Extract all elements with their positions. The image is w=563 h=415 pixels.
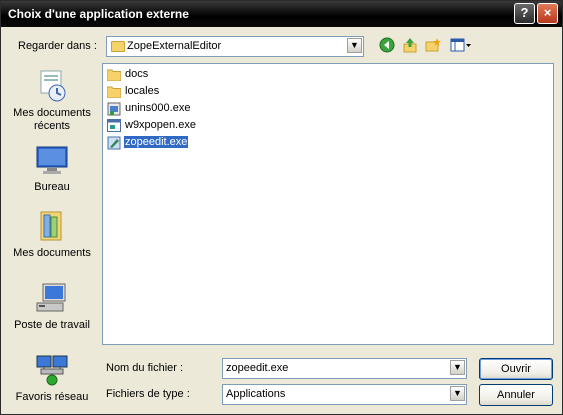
cancel-button[interactable]: Annuler — [479, 384, 553, 406]
place-label: Poste de travail — [14, 319, 90, 331]
folder-icon — [111, 41, 125, 52]
title-bar[interactable]: Choix d'une application externe ? × — [1, 1, 562, 27]
file-name: locales — [125, 85, 160, 97]
zopeedit-exe-icon — [107, 136, 121, 150]
file-name: unins000.exe — [125, 102, 191, 114]
place-desktop[interactable]: Bureau — [8, 143, 96, 194]
my-computer-icon — [35, 281, 69, 315]
chevron-down-icon[interactable]: ▼ — [450, 386, 465, 401]
view-menu-icon[interactable] — [449, 37, 473, 55]
place-label: Favoris réseau — [15, 391, 89, 403]
filetype-label: Fichiers de type : — [106, 388, 190, 400]
back-arrow-icon[interactable] — [378, 37, 396, 55]
filename-input[interactable]: zopeedit.exe ▼ — [222, 358, 467, 379]
chevron-down-icon[interactable]: ▼ — [347, 38, 362, 53]
place-label: Mes documents — [13, 247, 91, 259]
close-button[interactable]: × — [537, 3, 558, 24]
filetype-value: Applications — [226, 388, 286, 400]
look-in-label: Regarder dans : — [18, 40, 97, 52]
up-folder-icon[interactable] — [401, 37, 419, 55]
file-name: w9xpopen.exe — [125, 119, 196, 131]
my-documents-icon — [35, 209, 69, 243]
help-button[interactable]: ? — [514, 3, 535, 24]
installer-exe-icon — [107, 102, 121, 116]
folder-icon — [106, 85, 122, 99]
open-button[interactable]: Ouvrir — [479, 358, 553, 380]
filename-label: Nom du fichier : — [106, 362, 184, 374]
place-my-computer[interactable]: Poste de travail — [8, 281, 96, 332]
exe-window-icon — [107, 119, 121, 132]
file-dialog-window: Choix d'une application externe ? × Rega… — [0, 0, 563, 415]
new-folder-icon[interactable] — [424, 37, 442, 55]
window-title: Choix d'une application externe — [8, 7, 189, 21]
network-places-icon — [35, 353, 69, 387]
place-label: Mes documents récents — [13, 107, 91, 132]
places-bar: Mes documents récents Bureau Mes documen… — [8, 63, 96, 407]
recent-documents-icon — [35, 69, 69, 103]
file-list[interactable]: docs locales unins000.exe w9xpopen.exe z… — [102, 63, 554, 345]
filetype-dropdown[interactable]: Applications ▼ — [222, 384, 467, 405]
look-in-dropdown[interactable]: ZopeExternalEditor ▼ — [106, 36, 364, 57]
file-name: zopeedit.exe — [122, 135, 190, 149]
place-network[interactable]: Favoris réseau — [8, 353, 96, 404]
file-name: docs — [125, 68, 149, 80]
filename-value: zopeedit.exe — [226, 362, 289, 374]
place-label: Bureau — [34, 181, 70, 193]
place-recent-documents[interactable]: Mes documents récents — [8, 69, 96, 133]
desktop-icon — [35, 143, 69, 177]
chevron-down-icon[interactable]: ▼ — [450, 360, 465, 375]
look-in-value: ZopeExternalEditor — [127, 40, 222, 52]
folder-icon — [106, 68, 122, 82]
place-my-documents[interactable]: Mes documents — [8, 209, 96, 260]
